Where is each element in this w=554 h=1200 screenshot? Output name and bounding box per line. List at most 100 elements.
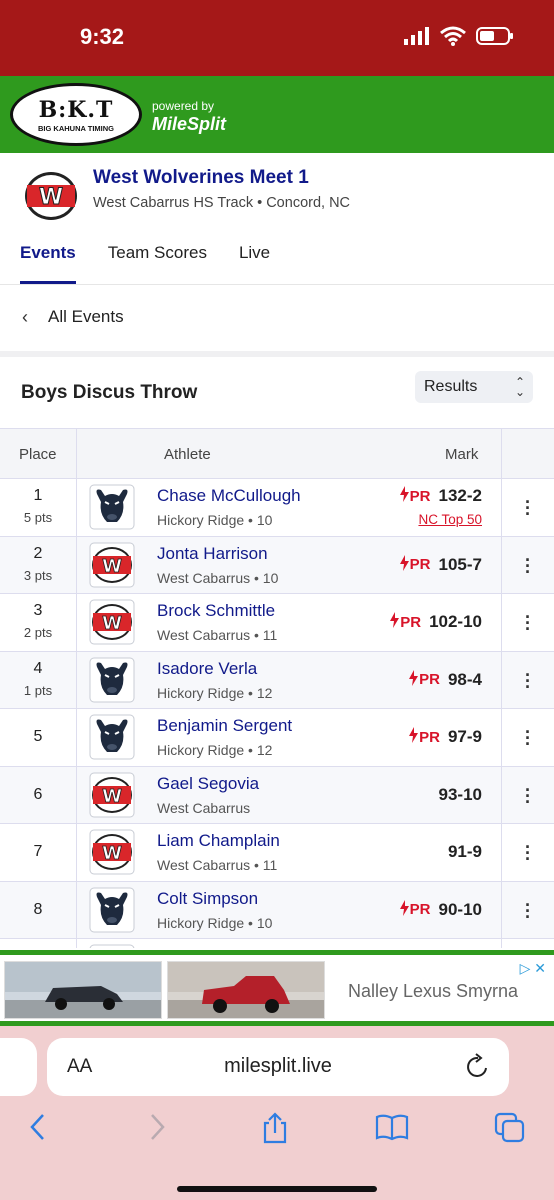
more-options-icon[interactable]: · · · [518,666,538,696]
more-options-icon[interactable]: · · · [518,781,538,811]
lightning-icon [399,554,410,575]
lightning-icon [408,669,419,690]
athlete-name[interactable]: Thomas Strickland [157,946,298,948]
more-options-icon[interactable]: · · · [518,723,538,753]
pr-label: PR [409,556,431,573]
pr-label: PR [419,728,440,746]
mark-cell: PR 102-10 [389,612,482,632]
table-row[interactable]: 8 Colt Simpson Hickory Ridge • 10 PR 90-10 · ·… [0,881,554,939]
cellular-signal-icon [404,27,429,45]
place-value: 8 [33,900,43,918]
ad-image-suv[interactable] [4,961,162,1019]
bkt-logo[interactable]: B:K.T BIG KAHUNA TIMING [10,83,142,146]
more-options-icon[interactable]: · · · [518,493,538,523]
ad-image-truck[interactable] [167,961,325,1019]
pr-badge: PR [389,612,421,632]
status-bar: 9:32 [0,0,554,76]
more-options-icon[interactable]: · · · [518,838,538,868]
reload-icon[interactable] [465,1052,491,1080]
column-divider [501,651,502,708]
powered-by-label: powered by [152,99,215,113]
table-row[interactable]: WThomas Strickland [0,939,554,948]
table-row[interactable]: 2 3 pts W Jonta Harrison West Cabarrus • 10 P… [0,536,554,594]
athlete-name[interactable]: Jonta Harrison [157,544,268,564]
lightning-icon [389,612,400,632]
column-divider [501,536,502,593]
athlete-team: Hickory Ridge • 10 [157,512,273,528]
svg-text:W: W [102,613,122,634]
column-divider [76,709,77,766]
ad-banner[interactable]: Nalley Lexus Smyrna ▷ ✕ [0,950,554,1026]
mark-value: 93-10 [438,784,482,804]
forward-icon[interactable] [145,1112,169,1142]
athlete-name[interactable]: Brock Schmittle [157,601,275,621]
place-value: 4 [33,659,43,677]
url-text[interactable]: milesplit.live [47,1055,509,1078]
mark-value: 91-9 [447,842,482,861]
table-row[interactable]: 1 5 pts Chase McCullough Hickory Ridge • 10… [0,479,554,537]
table-row[interactable]: 7 W Liam Champlain West Cabarrus • 11 91-9 · ·… [0,824,554,882]
pr-badge: PR [408,727,440,747]
pr-label: PR [419,671,440,688]
athlete-name[interactable]: Liam Champlain [157,831,280,851]
nc-top-50-link[interactable]: NC Top 50 [418,512,482,527]
tab-bar: Events Team Scores Live [20,243,270,284]
bkt-logo-subtext: BIG KAHUNA TIMING [38,124,114,133]
home-indicator [177,1186,377,1192]
tab-team-scores[interactable]: Team Scores [108,243,207,284]
column-divider [501,939,502,948]
athlete-name[interactable]: Benjamin Sergent [157,716,292,736]
svg-text:W: W [102,786,122,807]
column-divider [76,594,77,651]
lightning-icon [399,899,410,920]
previous-tab-preview[interactable] [0,1038,37,1096]
mark-cell: 91-9 [448,842,482,862]
bookmarks-icon[interactable] [374,1112,410,1142]
results-select[interactable]: Results ⌃ ⌄ [415,371,533,403]
mark-cell: PR 90-10 [399,899,482,920]
column-divider [76,766,77,823]
athlete-team: Hickory Ridge • 12 [157,742,273,758]
column-divider [76,651,77,708]
status-time: 9:32 [80,24,125,49]
pr-badge: PR [399,554,431,575]
mark-cell: PR 97-9 [408,727,482,747]
athlete-name[interactable]: Colt Simpson [157,889,258,909]
all-events-link[interactable]: ‹ All Events [0,285,554,351]
athlete-name[interactable]: Chase McCullough [157,486,301,506]
column-divider [501,429,502,478]
share-icon[interactable] [260,1112,290,1144]
table-row[interactable]: 6 W Gael Segovia West Cabarrus 93-10 · · · [0,766,554,824]
place-value: 5 [33,728,43,745]
table-row[interactable]: 5 Benjamin Sergent Hickory Ridge • 12 PR 97-… [0,709,554,767]
milesplit-logo[interactable]: MileSplit [152,114,226,135]
place-value: 3 [33,602,43,619]
athlete-name[interactable]: Gael Segovia [157,774,259,794]
column-divider [501,709,502,766]
points-value: 5 pts [23,510,53,525]
tab-events[interactable]: Events [20,243,76,284]
table-row[interactable]: 4 1 pts Isadore Verla Hickory Ridge • 12 PR 9… [0,651,554,709]
more-options-icon[interactable]: · · · [518,896,538,926]
lightning-icon [399,486,410,506]
tabs-icon[interactable] [494,1112,526,1144]
tab-live[interactable]: Live [239,243,270,284]
mark-value: 90-10 [438,899,482,919]
ad-choices-icon[interactable]: ▷ ✕ [520,960,546,977]
column-divider [76,939,77,948]
table-row[interactable]: 3 2 pts W Brock Schmittle West Cabarrus • 11… [0,594,554,652]
mark-cell: PR 132-2 [399,486,482,506]
results-select-value: Results [424,378,478,395]
place-value: 2 [33,544,43,562]
ad-text[interactable]: Nalley Lexus Smyrna [348,981,518,1002]
address-bar[interactable]: AA milesplit.live [47,1038,509,1096]
column-divider [501,479,502,536]
column-divider [76,536,77,593]
meet-title[interactable]: West Wolverines Meet 1 [93,167,309,189]
more-options-icon[interactable]: · · · [518,608,538,638]
athlete-team: Hickory Ridge • 12 [157,684,273,701]
browser-toolbar [0,1112,554,1152]
more-options-icon[interactable]: · · · [518,551,538,581]
back-icon[interactable] [26,1112,50,1142]
athlete-name[interactable]: Isadore Verla [157,659,257,679]
